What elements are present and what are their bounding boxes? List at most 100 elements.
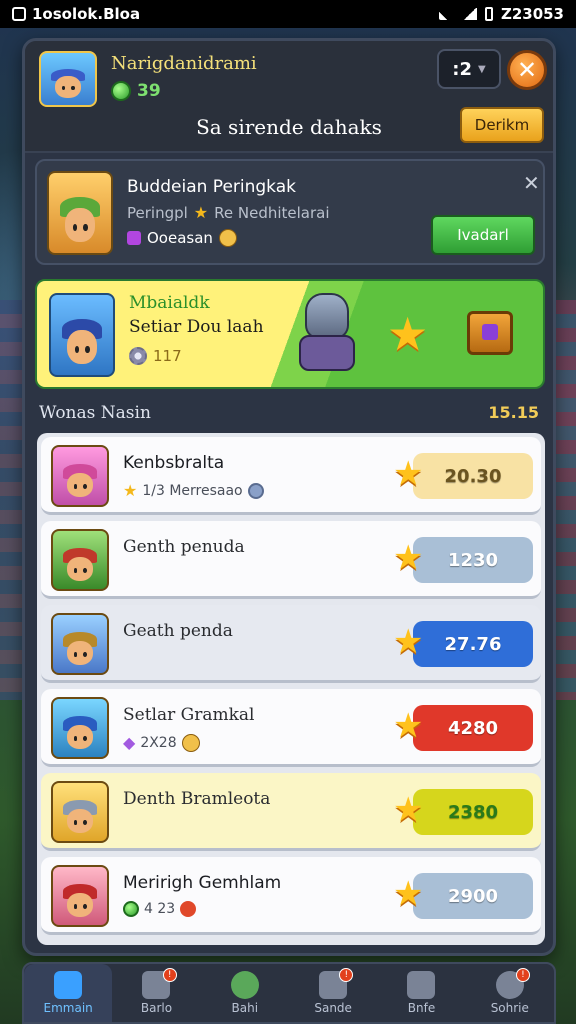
- nav-label: Bahi: [231, 1001, 259, 1015]
- gem-icon: [123, 901, 139, 917]
- row-name: Meririgh Gemhlam: [123, 873, 282, 893]
- promo-banner[interactable]: Mbaialdk Setiar Dou laah 117 ★: [35, 279, 545, 389]
- row-name: Denth Bramleota: [123, 789, 271, 809]
- notification-subtitle: Peringpl ★ Re Nedhitelarai: [127, 203, 330, 222]
- rank-button[interactable]: Derikm: [460, 107, 544, 143]
- star-icon: ★: [393, 790, 424, 830]
- nav-label: Bnfe: [407, 1001, 436, 1015]
- row-sub-text: 2X28: [140, 734, 177, 751]
- star-icon: ★: [393, 874, 424, 914]
- level-value: :2: [452, 58, 473, 80]
- row-avatar: [51, 613, 109, 675]
- level-dropdown[interactable]: :2 ▼: [437, 49, 501, 89]
- score-badge: 1230: [413, 537, 533, 583]
- leaderboard-list: Kenbsbralta ★ 1/3 Merresaao 20.30 ★ Gent…: [37, 433, 545, 945]
- smile-icon: [181, 733, 200, 752]
- player-name: Narigdanidrami: [111, 53, 257, 74]
- avatar-icon: [230, 971, 259, 999]
- list-item[interactable]: Setlar Gramkal ◆ 2X28 4280 ★: [41, 689, 541, 767]
- knight-character-icon: [295, 293, 359, 373]
- smile-icon: [218, 229, 237, 247]
- row-avatar: [51, 697, 109, 759]
- purple-badge-icon: [127, 231, 141, 245]
- panel-header: Narigdanidrami 39 :2 ▼ ✕ Sa sirende daha…: [25, 41, 553, 153]
- notification-subtitle-right: Re Nedhitelarai: [214, 203, 330, 222]
- bottom-navigation: Emmain ! Barlo Bahi ! Sande Bnfe ! Sohri…: [22, 962, 556, 1024]
- row-name: Geath penda: [123, 621, 233, 641]
- calculator-icon: [407, 971, 436, 999]
- leaderboard-panel: Narigdanidrami 39 :2 ▼ ✕ Sa sirende daha…: [22, 38, 556, 956]
- row-name: Setlar Gramkal: [123, 705, 255, 725]
- row-subtitle: ★ 1/3 Merresaao: [123, 481, 264, 500]
- notification-close-icon[interactable]: ✕: [523, 171, 540, 195]
- gem-icon: [111, 81, 131, 101]
- battery-icon: [484, 7, 493, 21]
- notification-subtitle-left: Peringpl: [127, 203, 188, 222]
- nav-label: Sohrie: [490, 1001, 529, 1015]
- row-subtitle: 4 23: [123, 901, 197, 917]
- status-clock: Z23053: [500, 5, 564, 23]
- star-icon: ★: [193, 203, 209, 222]
- app-notification-icon: [12, 7, 26, 21]
- notification-title: Buddeian Peringkak: [127, 177, 296, 197]
- banner-title: Setiar Dou laah: [129, 317, 264, 337]
- section-title: Wonas Nasin: [39, 403, 151, 423]
- chest-reward-icon: [467, 311, 513, 355]
- star-icon: ★: [393, 706, 424, 746]
- list-item[interactable]: Meririgh Gemhlam 4 23 2900 ★: [41, 857, 541, 935]
- star-icon: ★: [393, 538, 424, 578]
- score-badge: 4280: [413, 705, 533, 751]
- star-icon: ★: [123, 481, 138, 500]
- close-button[interactable]: ✕: [507, 50, 547, 90]
- status-bar: 1osolok.Bloa Z23053: [0, 0, 576, 28]
- banner-label: Mbaialdk: [129, 293, 210, 313]
- nav-home[interactable]: Emmain: [24, 964, 113, 1022]
- notification-badge-icon: !: [162, 968, 177, 982]
- gem-counter: 39: [111, 81, 161, 101]
- wifi-icon: [438, 8, 455, 20]
- list-item[interactable]: Geath penda 27.76 ★: [41, 605, 541, 683]
- player-avatar[interactable]: [39, 51, 97, 107]
- score-badge: 2900: [413, 873, 533, 919]
- ruby-icon: [180, 901, 197, 917]
- gem-count: 39: [137, 81, 161, 101]
- gem-purple-icon: ◆: [123, 733, 136, 752]
- signal-icon: [462, 8, 477, 20]
- list-item[interactable]: Genth penuda 1230 ★: [41, 521, 541, 599]
- nav-sohrie[interactable]: ! Sohrie: [466, 964, 554, 1022]
- row-avatar: [51, 781, 109, 843]
- row-avatar: [51, 865, 109, 927]
- nav-label: Emmain: [43, 1001, 93, 1015]
- gear-icon: [129, 347, 147, 365]
- notification-card: Buddeian Peringkak Peringpl ★ Re Nedhite…: [35, 159, 545, 265]
- row-avatar: [51, 445, 109, 507]
- star-reward-icon: ★: [387, 307, 429, 361]
- notification-meta-label: Ooeasan: [147, 229, 213, 247]
- coin-icon: [247, 482, 264, 499]
- banner-count-value: 117: [153, 347, 182, 365]
- nav-bahi[interactable]: Bahi: [201, 964, 289, 1022]
- section-count: 15.15: [488, 403, 539, 422]
- nav-bnfe[interactable]: Bnfe: [377, 964, 465, 1022]
- nav-sande[interactable]: ! Sande: [289, 964, 377, 1022]
- status-left-text: 1osolok.Bloa: [32, 5, 141, 23]
- notification-action-button[interactable]: Ivadarl: [431, 215, 535, 255]
- notification-avatar: [47, 171, 113, 255]
- score-badge: 20.30: [413, 453, 533, 499]
- row-subtitle: ◆ 2X28: [123, 733, 200, 752]
- row-avatar: [51, 529, 109, 591]
- row-name: Kenbsbralta: [123, 453, 225, 473]
- list-item-current-player[interactable]: Denth Bramleota 2380 ★: [41, 773, 541, 851]
- close-icon: ✕: [516, 56, 538, 84]
- banner-avatar: [49, 293, 115, 377]
- score-badge: 2380: [413, 789, 533, 835]
- nav-barlo[interactable]: ! Barlo: [112, 964, 200, 1022]
- nav-label: Barlo: [140, 1001, 173, 1015]
- list-item[interactable]: Kenbsbralta ★ 1/3 Merresaao 20.30 ★: [41, 437, 541, 515]
- star-icon: ★: [393, 454, 424, 494]
- home-icon: [54, 971, 83, 999]
- notification-badge-icon: !: [515, 968, 530, 982]
- chevron-down-icon: ▼: [478, 63, 486, 75]
- row-sub-text: 1/3 Merresaao: [142, 482, 243, 499]
- score-badge: 27.76: [413, 621, 533, 667]
